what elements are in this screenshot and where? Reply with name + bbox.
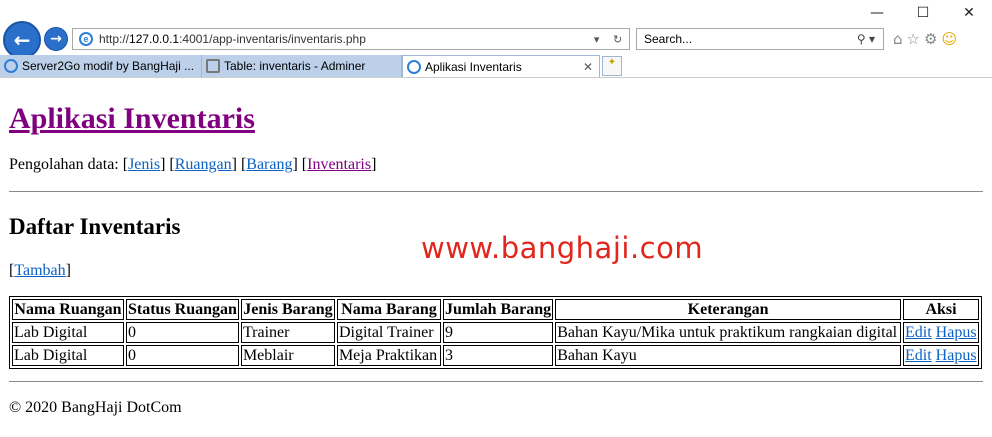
back-button[interactable]: ← <box>3 21 41 59</box>
delete-button[interactable]: Hapus <box>936 324 977 341</box>
browser-chrome: — ☐ ✕ ← → e http://127.0.0.1:4001/app-in… <box>0 0 992 78</box>
tab-adminer[interactable]: Table: inventaris - Adminer <box>202 55 402 77</box>
data-menu: Pengolahan data: [Jenis] [Ruangan] [Bara… <box>9 156 377 173</box>
menu-link-jenis[interactable]: Jenis <box>128 156 160 173</box>
address-bar[interactable]: e http://127.0.0.1:4001/app-inventaris/i… <box>72 28 630 50</box>
add-button[interactable]: Tambah <box>14 262 65 279</box>
cell-jenis: Meblair <box>240 345 335 366</box>
search-box[interactable]: Search... ⚲ ▾ <box>636 28 884 50</box>
search-input[interactable]: Search... <box>644 32 692 46</box>
inventory-table: Nama Ruangan Status Ruangan Jenis Barang… <box>9 296 982 369</box>
column-header: Status Ruangan <box>126 299 239 320</box>
cell-ruangan: Lab Digital <box>12 345 124 366</box>
watermark-text: www.banghaji.com <box>421 231 704 265</box>
add-link-wrapper: [Tambah] <box>9 262 71 279</box>
cell-jumlah: 3 <box>442 345 554 366</box>
cell-jenis: Trainer <box>240 322 335 343</box>
cell-aksi: Edit Hapus <box>903 345 979 366</box>
cell-nama: Meja Praktikan <box>336 345 441 366</box>
divider <box>9 381 983 382</box>
cell-keterangan: Bahan Kayu <box>555 345 901 366</box>
title-link[interactable]: Aplikasi Inventaris <box>9 102 255 135</box>
ie-page-icon: e <box>79 32 93 46</box>
ie-tab-icon <box>4 59 18 73</box>
menu-link-ruangan[interactable]: Ruangan <box>175 156 232 173</box>
column-header: Nama Barang <box>336 299 441 320</box>
forward-button[interactable]: → <box>44 27 68 51</box>
column-header: Nama Ruangan <box>12 299 124 320</box>
divider <box>9 191 983 192</box>
table-row: Lab Digital 0 Trainer Digital Trainer 9 … <box>12 322 979 343</box>
tab-aplikasi-inventaris[interactable]: Aplikasi Inventaris ✕ <box>402 55 600 77</box>
favorites-star-icon[interactable]: ☆ <box>907 30 920 48</box>
page-title: Aplikasi Inventaris <box>9 102 983 136</box>
maximize-icon[interactable]: ☐ <box>900 0 946 26</box>
footer-copyright: © 2020 BangHaji DotCom <box>9 399 182 416</box>
column-header: Jumlah Barang <box>442 299 554 320</box>
cell-ruangan: Lab Digital <box>12 322 124 343</box>
ie-tab-icon <box>407 59 421 74</box>
search-icon[interactable]: ⚲ ▾ <box>857 32 875 46</box>
edit-button[interactable]: Edit <box>905 347 932 364</box>
dropdown-icon[interactable]: ▾ <box>594 33 600 46</box>
home-icon[interactable]: ⌂ <box>893 30 903 48</box>
page-content: Aplikasi Inventaris Pengolahan data: [Je… <box>9 78 983 416</box>
table-row: Lab Digital 0 Meblair Meja Praktikan 3 B… <box>12 345 979 366</box>
new-tab-button[interactable]: ✦ <box>602 56 622 76</box>
new-tab-icon: ✦ <box>607 57 617 68</box>
table-header-row: Nama Ruangan Status Ruangan Jenis Barang… <box>12 299 979 320</box>
cell-keterangan: Bahan Kayu/Mika untuk praktikum rangkaia… <box>555 322 901 343</box>
column-header: Aksi <box>903 299 979 320</box>
arrow-right-icon: → <box>50 31 62 47</box>
menu-link-inventaris[interactable]: Inventaris <box>307 156 371 173</box>
close-icon[interactable]: ✕ <box>946 0 992 26</box>
adminer-tab-icon <box>206 59 220 73</box>
tab-server2go[interactable]: Server2Go modif by BangHaji ... <box>0 55 202 77</box>
column-header: Jenis Barang <box>240 299 335 320</box>
delete-button[interactable]: Hapus <box>936 347 977 364</box>
cell-aksi: Edit Hapus <box>903 322 979 343</box>
feedback-smiley-icon[interactable]: ☺ <box>941 30 957 48</box>
menu-link-barang[interactable]: Barang <box>246 156 292 173</box>
cell-status: 0 <box>126 322 239 343</box>
toolbar-icons: ⌂ ☆ ⚙ ☺ <box>893 30 957 48</box>
url-text[interactable]: http://127.0.0.1:4001/app-inventaris/inv… <box>99 32 587 46</box>
cell-jumlah: 9 <box>442 322 554 343</box>
arrow-left-icon: ← <box>13 28 31 52</box>
close-tab-icon[interactable]: ✕ <box>583 60 593 74</box>
column-header: Keterangan <box>555 299 901 320</box>
cell-status: 0 <box>126 345 239 366</box>
cell-nama: Digital Trainer <box>336 322 441 343</box>
window-controls: — ☐ ✕ <box>854 0 992 26</box>
refresh-icon[interactable]: ↻ <box>613 33 622 46</box>
minimize-icon[interactable]: — <box>854 0 900 26</box>
tab-strip: Server2Go modif by BangHaji ... Table: i… <box>0 55 992 78</box>
edit-button[interactable]: Edit <box>905 324 932 341</box>
settings-gear-icon[interactable]: ⚙ <box>924 30 937 48</box>
section-title: Daftar Inventaris <box>9 214 181 239</box>
